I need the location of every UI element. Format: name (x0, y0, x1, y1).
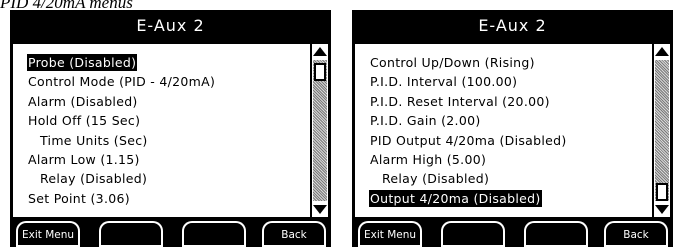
softkey-bar: Exit Menu Back (10, 221, 331, 247)
menu-panel: Control Up/Down (Rising) P.I.D. Interval… (355, 44, 652, 217)
exit-menu-button[interactable]: Exit Menu (358, 221, 422, 247)
softkey-3-button[interactable] (524, 221, 588, 247)
menu-item-relay[interactable]: Relay (Disabled) (369, 171, 490, 186)
back-button[interactable]: Back (604, 221, 668, 247)
softkey-bar: Exit Menu Back (352, 221, 673, 247)
scroll-up-arrow-icon[interactable] (655, 47, 669, 56)
menu-item-alarm[interactable]: Alarm (Disabled) (27, 94, 139, 109)
menu-item-time-units[interactable]: Time Units (Sec) (27, 133, 149, 148)
menu-item-row: Relay (Disabled) (369, 168, 568, 187)
menu-item-row: PID Output 4/20ma (Disabled) (369, 130, 568, 149)
menu-item-row: Relay (Disabled) (27, 168, 216, 187)
menu-item-row: Set Point (3.06) (27, 188, 216, 207)
menu-item-control-mode[interactable]: Control Mode (PID - 4/20mA) (27, 74, 216, 89)
scroll-thumb[interactable] (314, 63, 326, 81)
menu-item-row: P.I.D. Interval (100.00) (369, 71, 568, 90)
menu-item-row: P.I.D. Reset Interval (20.00) (369, 91, 568, 110)
menu-item-alarm-high[interactable]: Alarm High (5.00) (369, 152, 487, 167)
menu-item-row: Time Units (Sec) (27, 130, 216, 149)
menu-item-row: Control Mode (PID - 4/20mA) (27, 71, 216, 90)
screen-title: E-Aux 2 (136, 16, 205, 35)
screen-title: E-Aux 2 (478, 16, 547, 35)
menu-item-row: Output 4/20ma (Disabled) (369, 188, 568, 208)
softkey-2-button[interactable] (99, 221, 163, 247)
scroll-up-arrow-icon[interactable] (313, 47, 327, 56)
menu-item-row: Alarm High (5.00) (369, 149, 568, 168)
menu-item-output[interactable]: Output 4/20ma (Disabled) (369, 189, 542, 208)
scrollbar[interactable] (654, 44, 670, 217)
menu-item-row: Probe (Disabled) (27, 52, 216, 72)
lcd-screen-right: E-Aux 2 Control Up/Down (Rising) P.I.D. … (352, 10, 673, 247)
back-button[interactable]: Back (262, 221, 326, 247)
softkey-2-button[interactable] (441, 221, 505, 247)
menu-item-control-up-down[interactable]: Control Up/Down (Rising) (369, 55, 536, 70)
menu-list: Control Up/Down (Rising) P.I.D. Interval… (369, 52, 568, 208)
menu-item-set-point[interactable]: Set Point (3.06) (27, 191, 131, 206)
menu-list: Probe (Disabled) Control Mode (PID - 4/2… (27, 52, 216, 207)
exit-menu-button[interactable]: Exit Menu (16, 221, 80, 247)
menu-item-pid-output[interactable]: PID Output 4/20ma (Disabled) (369, 133, 568, 148)
scroll-down-arrow-icon[interactable] (313, 205, 327, 214)
menu-item-pid-gain[interactable]: P.I.D. Gain (2.00) (369, 113, 482, 128)
menu-item-row: P.I.D. Gain (2.00) (369, 110, 568, 129)
menu-panel: Probe (Disabled) Control Mode (PID - 4/2… (13, 44, 310, 217)
menu-item-pid-reset-interval[interactable]: P.I.D. Reset Interval (20.00) (369, 94, 551, 109)
scroll-track[interactable] (655, 60, 669, 201)
lcd-screen-left: E-Aux 2 Probe (Disabled) Control Mode (P… (10, 10, 331, 247)
scroll-down-arrow-icon[interactable] (655, 205, 669, 214)
menu-item-relay[interactable]: Relay (Disabled) (27, 171, 148, 186)
softkey-3-button[interactable] (182, 221, 246, 247)
scrollbar[interactable] (312, 44, 328, 217)
scroll-track[interactable] (313, 60, 327, 201)
menu-item-row: Alarm (Disabled) (27, 91, 216, 110)
menu-item-row: Hold Off (15 Sec) (27, 110, 216, 129)
menu-item-row: Control Up/Down (Rising) (369, 52, 568, 71)
menu-item-hold-off[interactable]: Hold Off (15 Sec) (27, 113, 141, 128)
scroll-thumb[interactable] (656, 183, 668, 201)
menu-item-row: Alarm Low (1.15) (27, 149, 216, 168)
menu-item-alarm-low[interactable]: Alarm Low (1.15) (27, 152, 141, 167)
page: PID 4/20mA menus E-Aux 2 Probe (Disabled… (0, 0, 680, 247)
menu-item-probe[interactable]: Probe (Disabled) (27, 54, 138, 72)
menu-item-pid-interval[interactable]: P.I.D. Interval (100.00) (369, 74, 518, 89)
